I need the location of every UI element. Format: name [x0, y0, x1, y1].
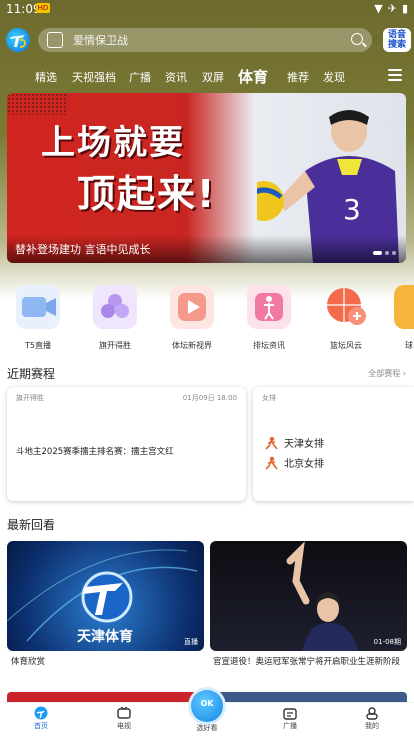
flower-icon	[93, 285, 137, 329]
tianjin-sports-logo: 5 天津体育	[7, 549, 198, 645]
tab-profile[interactable]: 我的	[347, 705, 397, 731]
search-bar[interactable]	[38, 28, 372, 52]
match-card[interactable]: 女排 天津女排 北京女排	[253, 387, 414, 501]
menu-icon[interactable]	[388, 69, 402, 81]
section-title-replays: 最新回看	[7, 518, 56, 532]
tab-label: 广播	[283, 722, 297, 730]
replay-thumbnail[interactable]: 01-08期	[210, 541, 407, 651]
search-input[interactable]	[73, 33, 323, 47]
jersey-number: 3	[343, 193, 361, 226]
tab-recommend[interactable]: 推荐	[287, 69, 309, 85]
banner-caption-text: 替补登场建功 言语中见成长	[15, 243, 151, 256]
quick-links: T5直播 旗开得胜 体坛新视界 排坛资讯 篮坛风云 球	[0, 285, 414, 355]
match-tag: 女排	[262, 394, 276, 402]
home-icon	[34, 705, 48, 720]
search-button-label: 搜索	[387, 40, 406, 50]
team-name: 天津女排	[284, 439, 324, 450]
quick-link-victory[interactable]: 旗开得胜	[85, 285, 145, 351]
tab-news[interactable]: 资讯	[165, 69, 187, 85]
replay-caption[interactable]: 官宣退役！奥运冠军张常宁将开启职业生涯新阶段	[213, 656, 405, 668]
banner-dot-pattern	[7, 93, 67, 115]
tab-home[interactable]: 首页	[16, 705, 66, 731]
team-name: 北京女排	[284, 459, 324, 470]
volleyball-player-icon	[247, 285, 291, 329]
banner-headline-2: 顶起来!	[77, 172, 217, 216]
quick-link-label: 体坛新视界	[172, 341, 212, 350]
logo-text: 天津体育	[77, 628, 133, 645]
video-camera-icon	[16, 285, 60, 329]
section-title-recent-matches: 近期赛程	[7, 367, 56, 381]
search-button[interactable]: 语音 搜索	[383, 28, 411, 52]
ok-center-button[interactable]: OK	[191, 690, 223, 722]
quick-link-volleyball-news[interactable]: 排坛资讯	[239, 285, 299, 351]
team-row: 天津女排	[265, 435, 324, 450]
hero-banner[interactable]: 上场就要 顶起来! 3 替补登场建功 言语中见成长	[7, 93, 406, 263]
hd-badge: HD	[36, 3, 50, 13]
basketball-plus-icon	[324, 285, 368, 329]
search-button-prefix: 语音	[387, 30, 406, 40]
channel-nav: 精选 天视强档 广播 资讯 双屏 体育 推荐 发现	[0, 63, 414, 89]
match-card[interactable]: 旗开得胜 01月09日 18:00 斗地主2025赛季擂主排名赛：擂主宫文红	[7, 387, 246, 501]
play-icon	[170, 285, 214, 329]
tab-tianshi[interactable]: 天视强档	[72, 69, 116, 85]
replay-thumbnail[interactable]: 5 天津体育 直播	[7, 541, 204, 651]
battery-icon: ▮	[401, 2, 408, 15]
tab-featured[interactable]: 精选	[35, 69, 57, 85]
replay-badge: 直播	[184, 638, 198, 646]
team-row: 北京女排	[265, 455, 324, 470]
match-tag: 旗开得胜	[16, 394, 44, 402]
tab-ok[interactable]: 选好看	[182, 721, 232, 733]
status-icons: ▼ ✈ ▮	[374, 2, 408, 15]
match-title: 斗地主2025赛季擂主排名赛：擂主宫文红	[16, 447, 174, 457]
app-logo-icon[interactable]	[6, 28, 30, 52]
profile-icon	[365, 705, 379, 720]
banner-caption: 替补登场建功 言语中见成长	[7, 235, 406, 263]
replay-episode: 01-08期	[373, 638, 401, 646]
quick-link-label: 球	[405, 341, 413, 350]
match-date: 01月09日 18:00	[182, 394, 237, 402]
tab-label: 电视	[117, 722, 131, 730]
quick-link-label: T5直播	[25, 341, 51, 350]
quick-link-label: 篮坛风云	[330, 341, 362, 350]
tab-label: 首页	[34, 722, 48, 730]
tab-label: 我的	[365, 722, 379, 730]
tv-icon	[117, 705, 131, 719]
tab-radio[interactable]: 广播	[129, 69, 151, 85]
banner-headline-1: 上场就要	[41, 123, 185, 163]
quick-link-label: 旗开得胜	[99, 341, 131, 350]
all-matches-link[interactable]: 全部赛程 ›	[368, 368, 406, 379]
partial-icon	[394, 285, 414, 329]
replay-caption[interactable]: 体育欣赏	[11, 656, 201, 668]
logo-number: 5	[110, 597, 123, 618]
tab-discover[interactable]: 发现	[323, 69, 345, 85]
wifi-icon: ▼	[374, 2, 383, 15]
quick-link-partial[interactable]: 球	[394, 285, 414, 351]
tab-label: 选好看	[196, 724, 218, 732]
ok-icon: OK	[200, 699, 214, 708]
volleyball-team-icon	[265, 436, 278, 450]
tab-dual-screen[interactable]: 双屏	[202, 69, 224, 85]
status-bar: 11:09 HD ▼ ✈ ▮	[0, 0, 414, 18]
search-icon[interactable]	[351, 33, 363, 45]
banner-pager	[373, 251, 396, 255]
tab-tv[interactable]: 电视	[99, 705, 149, 731]
scan-icon[interactable]	[47, 32, 63, 48]
top-header: 语音 搜索	[0, 26, 414, 54]
athlete-image	[286, 541, 358, 651]
quick-link-sports-vision[interactable]: 体坛新视界	[162, 285, 222, 351]
radio-icon	[283, 705, 297, 720]
volleyball-team-icon	[265, 456, 278, 470]
quick-link-t5-live[interactable]: T5直播	[8, 285, 68, 351]
airplane-icon: ✈	[387, 2, 397, 15]
quick-link-basketball[interactable]: 篮坛风云	[316, 285, 376, 351]
tab-radio-bottom[interactable]: 广播	[265, 705, 315, 731]
quick-link-label: 排坛资讯	[253, 341, 285, 350]
tab-sports[interactable]: 体育	[238, 66, 268, 87]
